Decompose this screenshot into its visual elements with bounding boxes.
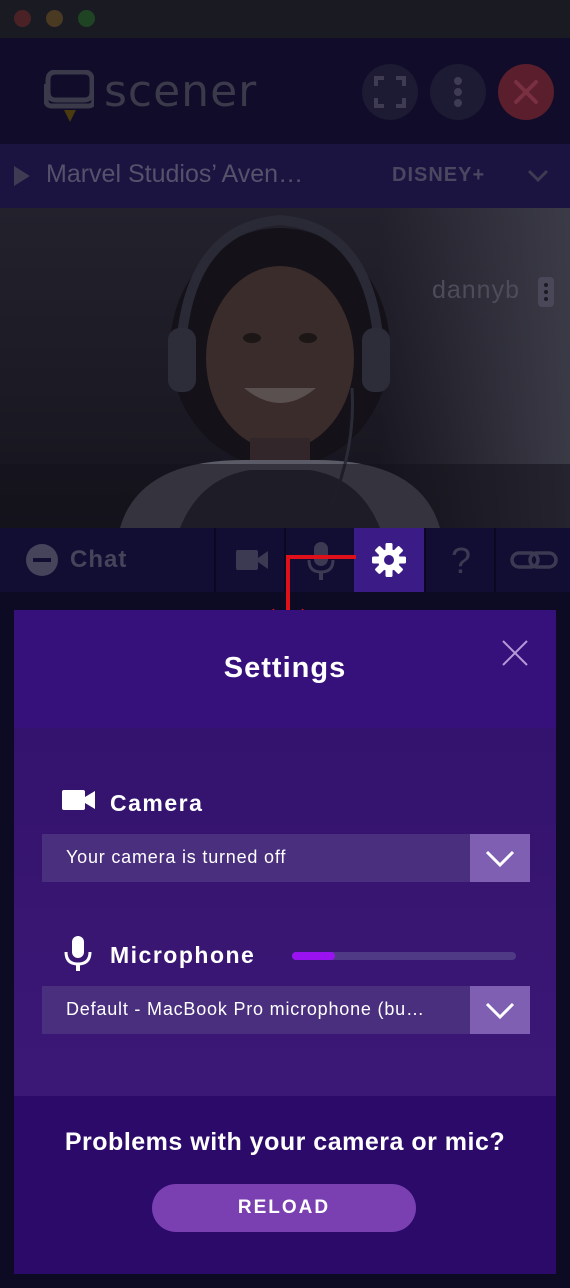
fullscreen-icon xyxy=(374,76,406,108)
more-options-button[interactable] xyxy=(430,64,486,120)
chat-toggle-button[interactable]: Chat xyxy=(0,528,212,592)
microphone-select-value: Default - MacBook Pro microphone (bu… xyxy=(66,999,425,1019)
microphone-select-toggle[interactable] xyxy=(470,986,530,1034)
more-vertical-icon xyxy=(454,77,462,107)
settings-button[interactable] xyxy=(354,528,424,592)
camera-icon xyxy=(62,790,95,810)
chevron-down-icon xyxy=(485,1002,515,1020)
close-icon xyxy=(514,80,538,104)
chevron-down-icon[interactable] xyxy=(526,166,550,184)
fullscreen-button[interactable] xyxy=(362,64,418,120)
microphone-level-fill xyxy=(292,952,335,960)
media-bar[interactable]: Marvel Studios’ Aven… DISNEY+ xyxy=(0,144,570,208)
settings-body xyxy=(14,728,556,1096)
window-minimize-button[interactable] xyxy=(46,10,63,27)
question-mark-icon: ? xyxy=(450,540,472,581)
play-icon[interactable] xyxy=(12,166,32,186)
problems-text: Problems with your camera or mic? xyxy=(64,1128,506,1156)
settings-footer: Problems with your camera or mic? RELOAD xyxy=(14,1096,556,1274)
camera-select-toggle[interactable] xyxy=(470,834,530,882)
microphone-level-meter xyxy=(292,952,516,960)
reload-button[interactable]: RELOAD xyxy=(152,1184,416,1232)
chat-label: Chat xyxy=(70,546,128,573)
link-icon xyxy=(510,551,558,569)
help-button[interactable]: ? xyxy=(424,528,494,592)
media-service: DISNEY+ xyxy=(392,164,486,186)
gear-icon xyxy=(372,543,406,577)
settings-header: Settings xyxy=(14,610,556,728)
window-titlebar xyxy=(0,0,570,38)
participant-video xyxy=(0,208,570,528)
participant-username: dannyb xyxy=(431,276,520,304)
close-app-button[interactable] xyxy=(498,64,554,120)
chevron-down-icon xyxy=(485,850,515,868)
share-link-button[interactable] xyxy=(494,528,570,592)
app-header: scener xyxy=(0,38,570,144)
scener-logo-icon xyxy=(44,70,94,122)
microphone-label: Microphone xyxy=(110,942,256,968)
minus-circle-icon xyxy=(26,544,58,576)
window-zoom-button[interactable] xyxy=(78,10,95,27)
app-logo-text: scener xyxy=(104,66,258,117)
media-title: Marvel Studios’ Aven… xyxy=(46,160,304,188)
camera-select-value: Your camera is turned off xyxy=(66,847,287,867)
camera-select[interactable]: Your camera is turned off xyxy=(42,834,530,882)
microphone-select[interactable]: Default - MacBook Pro microphone (bu… xyxy=(42,986,530,1034)
microphone-icon xyxy=(64,936,92,971)
close-settings-icon[interactable] xyxy=(500,638,530,668)
settings-panel: Settings Camera Your camera is turned of… xyxy=(14,610,556,1274)
remote-control-icon[interactable] xyxy=(537,276,555,308)
settings-title: Settings xyxy=(223,652,347,684)
camera-label: Camera xyxy=(110,790,204,816)
window-close-button[interactable] xyxy=(14,10,31,27)
